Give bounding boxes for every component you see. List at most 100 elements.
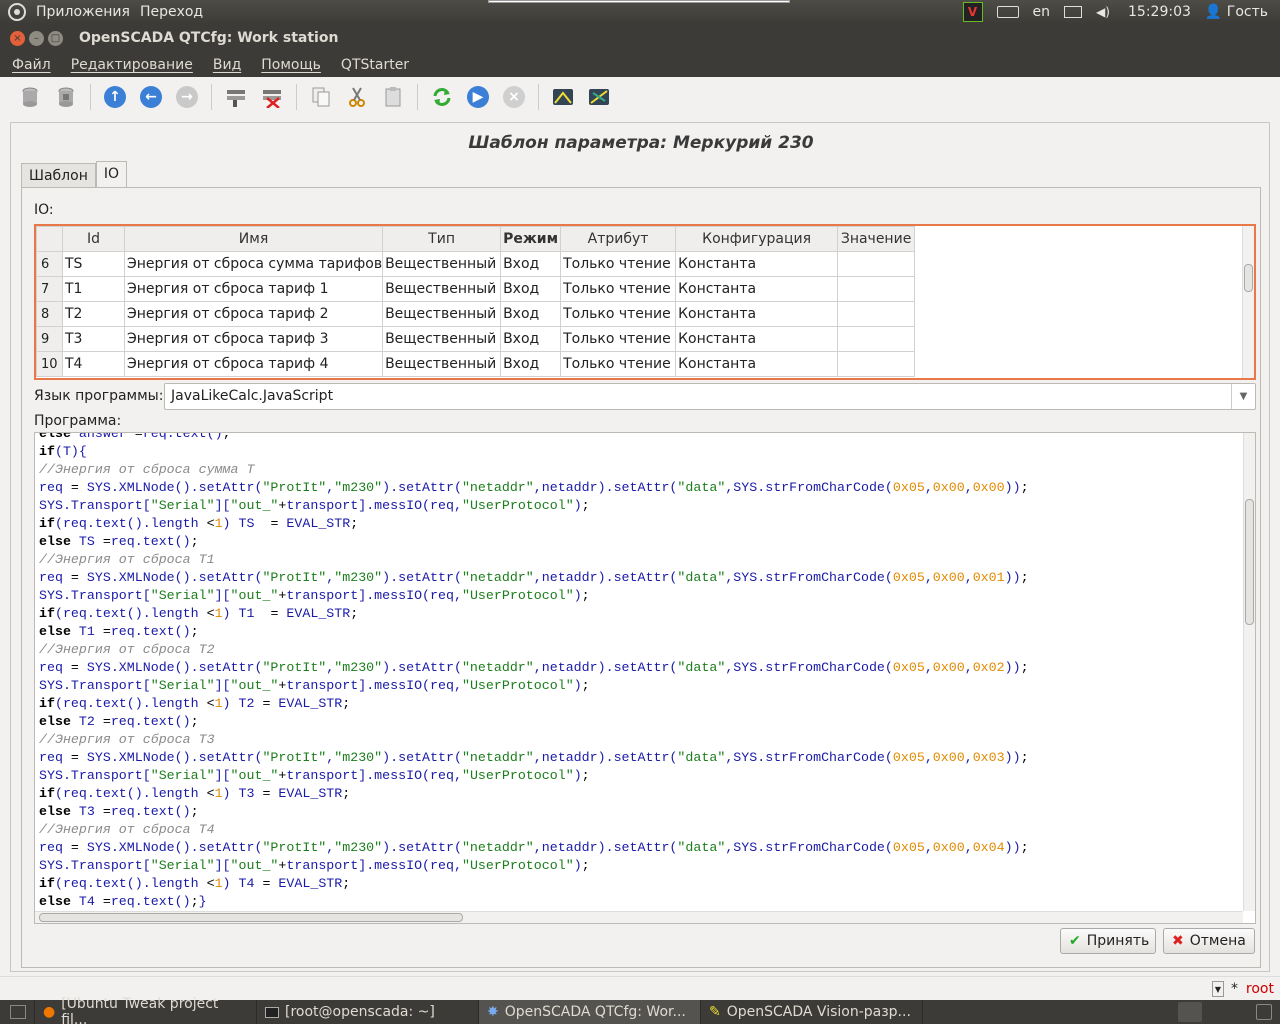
row-number[interactable]: 8 xyxy=(36,301,63,327)
row-number[interactable]: 7 xyxy=(36,276,63,302)
io-table-vscroll[interactable] xyxy=(1242,226,1254,378)
cell-value[interactable] xyxy=(837,251,916,277)
cell-config[interactable]: Константа xyxy=(675,251,839,277)
start-icon[interactable]: ▶ xyxy=(464,83,492,111)
cell-config[interactable]: Константа xyxy=(675,301,839,327)
vision-icon[interactable] xyxy=(549,83,577,111)
table-row[interactable]: 8 T2 Энергия от сброса тариф 2 Вещественный… xyxy=(36,301,916,327)
cell-attribute[interactable]: Только чтение xyxy=(560,276,677,302)
cell-value[interactable] xyxy=(837,276,916,302)
scroll-thumb[interactable] xyxy=(1245,499,1254,625)
copy-icon[interactable] xyxy=(307,83,335,111)
vc-app-icon[interactable]: V xyxy=(962,2,983,22)
menu-view[interactable]: Вид xyxy=(205,57,249,73)
keyboard-icon[interactable] xyxy=(996,6,1019,18)
cell-config[interactable]: Константа xyxy=(675,351,839,377)
program-language-select[interactable]: JavaLikeCalc.JavaScript ▼ xyxy=(164,383,1256,410)
delete-item-icon[interactable] xyxy=(258,83,286,111)
table-row[interactable]: 6 TS Энергия от сброса сумма тарифов Вещест… xyxy=(36,251,916,277)
cell-name[interactable]: Энергия от сброса тариф 2 xyxy=(123,301,384,327)
refresh-icon[interactable] xyxy=(428,83,456,111)
keyboard-layout[interactable]: en xyxy=(1033,4,1051,20)
accept-button[interactable]: ✔ Принять xyxy=(1060,928,1156,954)
taskbar-item-vision[interactable]: ✎ OpenSCADA Vision-разр... xyxy=(701,1000,923,1024)
taskbar-item-terminal[interactable]: [root@openscada: ~] xyxy=(257,1000,479,1024)
menu-applications[interactable]: Приложения xyxy=(36,4,130,20)
workspace-switcher-icon[interactable] xyxy=(1178,1002,1202,1022)
cell-type[interactable]: Вещественный xyxy=(382,326,502,352)
cell-value[interactable] xyxy=(837,326,916,352)
cell-name[interactable]: Энергия от сброса тариф 4 xyxy=(123,351,384,377)
column-header-type[interactable]: Тип xyxy=(382,226,502,252)
menu-edit[interactable]: Редактирование xyxy=(63,57,201,73)
ubuntu-logo-icon[interactable] xyxy=(8,3,26,21)
program-editor[interactable]: else answer =req.text(); if(T){//Энергия … xyxy=(34,432,1256,924)
row-number[interactable]: 10 xyxy=(36,351,63,377)
db-save-icon[interactable] xyxy=(52,83,80,111)
cell-name[interactable]: Энергия от сброса сумма тарифов xyxy=(123,251,384,277)
cell-mode[interactable]: Вход xyxy=(500,351,562,377)
vision-dev-icon[interactable] xyxy=(585,83,613,111)
trash-icon[interactable] xyxy=(1256,1004,1272,1020)
user-menu[interactable]: 👤 Гость xyxy=(1205,4,1268,20)
cut-icon[interactable] xyxy=(343,83,371,111)
column-header-value[interactable]: Значение xyxy=(837,226,916,252)
cell-type[interactable]: Вещественный xyxy=(382,251,502,277)
column-header-mode[interactable]: Режим xyxy=(500,226,562,252)
menu-help[interactable]: Помощь xyxy=(253,57,329,73)
chevron-down-icon[interactable]: ▼ xyxy=(1231,384,1255,409)
table-row[interactable]: 7 T1 Энергия от сброса тариф 1 Вещественный… xyxy=(36,276,916,302)
cell-type[interactable]: Вещественный xyxy=(382,301,502,327)
clock[interactable]: 15:29:03 xyxy=(1128,4,1191,20)
menu-qtstarter[interactable]: QTStarter xyxy=(333,57,417,73)
program-code[interactable]: else answer =req.text(); if(T){//Энергия … xyxy=(39,433,1029,911)
cell-value[interactable] xyxy=(837,351,916,377)
cell-name[interactable]: Энергия от сброса тариф 1 xyxy=(123,276,384,302)
cell-attribute[interactable]: Только чтение xyxy=(560,301,677,327)
mail-icon[interactable] xyxy=(1064,6,1082,18)
io-table[interactable]: Id Имя Тип Режим Атрибут Конфигурация Зн… xyxy=(34,224,1256,380)
status-dropdown-icon[interactable]: ▼ xyxy=(1212,981,1224,997)
cell-id[interactable]: T1 xyxy=(62,276,125,302)
status-user[interactable]: root xyxy=(1246,981,1274,997)
maximize-window-icon[interactable]: □ xyxy=(48,30,63,46)
menu-places[interactable]: Переход xyxy=(140,4,203,20)
tab-io[interactable]: IO xyxy=(95,161,128,188)
db-load-icon[interactable] xyxy=(16,83,44,111)
paste-icon[interactable] xyxy=(379,83,407,111)
stop-icon[interactable]: × xyxy=(500,83,528,111)
cell-attribute[interactable]: Только чтение xyxy=(560,326,677,352)
table-row[interactable]: 10 T4 Энергия от сброса тариф 4 Вещественны… xyxy=(36,351,916,377)
show-desktop-icon[interactable] xyxy=(0,1000,35,1024)
row-number[interactable]: 6 xyxy=(36,251,63,277)
cell-mode[interactable]: Вход xyxy=(500,251,562,277)
forward-icon[interactable]: → xyxy=(173,83,201,111)
taskbar-item-firefox[interactable]: ● [Ubuntu Tweak project fil... xyxy=(35,996,257,1024)
back-icon[interactable]: ← xyxy=(137,83,165,111)
add-item-icon[interactable] xyxy=(222,83,250,111)
cell-id[interactable]: T2 xyxy=(62,301,125,327)
cell-config[interactable]: Константа xyxy=(675,326,839,352)
cell-mode[interactable]: Вход xyxy=(500,301,562,327)
cell-type[interactable]: Вещественный xyxy=(382,276,502,302)
cell-id[interactable]: TS xyxy=(62,251,125,277)
taskbar-item-qtcfg[interactable]: ✸ OpenSCADA QTCfg: Wor... xyxy=(479,1000,701,1024)
scroll-thumb[interactable] xyxy=(39,913,463,922)
column-header-name[interactable]: Имя xyxy=(123,226,384,252)
cell-value[interactable] xyxy=(837,301,916,327)
close-window-icon[interactable]: × xyxy=(10,30,25,46)
row-number[interactable]: 9 xyxy=(36,326,63,352)
editor-vscroll[interactable] xyxy=(1243,433,1255,911)
cancel-button[interactable]: ✖ Отмена xyxy=(1163,928,1255,954)
table-row[interactable]: 9 T3 Энергия от сброса тариф 3 Вещественный… xyxy=(36,326,916,352)
cell-config[interactable]: Константа xyxy=(675,276,839,302)
minimize-window-icon[interactable]: – xyxy=(29,30,44,46)
scroll-thumb[interactable] xyxy=(1244,264,1253,292)
column-header-attribute[interactable]: Атрибут xyxy=(560,226,677,252)
cell-name[interactable]: Энергия от сброса тариф 3 xyxy=(123,326,384,352)
cell-attribute[interactable]: Только чтение xyxy=(560,351,677,377)
up-icon[interactable]: ↑ xyxy=(101,83,129,111)
column-header-id[interactable]: Id xyxy=(62,226,125,252)
menu-file[interactable]: Файл xyxy=(4,57,59,73)
column-header-config[interactable]: Конфигурация xyxy=(675,226,839,252)
